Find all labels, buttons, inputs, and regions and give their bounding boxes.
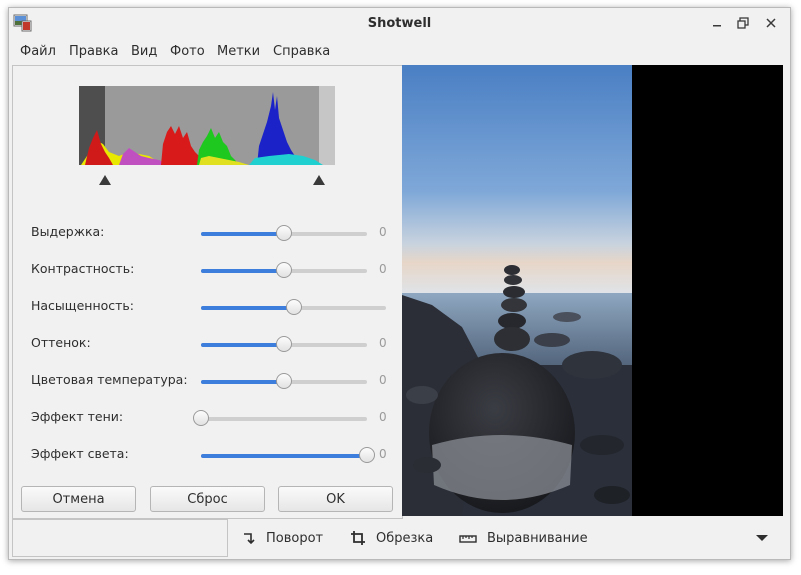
straighten-button[interactable]: Выравнивание xyxy=(459,525,588,551)
contrast-fill xyxy=(201,269,284,273)
menu-view[interactable]: Вид xyxy=(131,44,157,59)
rotate-button[interactable]: Поворот xyxy=(242,525,323,551)
straighten-label: Выравнивание xyxy=(487,530,588,546)
exposure-knob[interactable] xyxy=(276,225,292,241)
highlights-fill xyxy=(201,454,367,458)
rotate-label: Поворот xyxy=(266,530,324,546)
saturation-slider[interactable] xyxy=(201,299,386,315)
ok-button[interactable]: OK xyxy=(278,486,393,512)
menu-photo[interactable]: Фото xyxy=(170,44,205,59)
close-icon[interactable] xyxy=(764,16,778,30)
temperature-knob[interactable] xyxy=(276,373,292,389)
status-box xyxy=(12,519,228,557)
tint-label: Оттенок: xyxy=(31,335,91,350)
chevron-down-icon xyxy=(756,535,768,541)
tint-fill xyxy=(201,343,284,347)
maximize-icon[interactable] xyxy=(736,16,750,30)
crop-button[interactable]: Обрезка xyxy=(350,525,433,551)
saturation-label: Насыщенность: xyxy=(31,298,134,313)
temperature-slider[interactable] xyxy=(201,373,367,389)
temperature-fill xyxy=(201,380,284,384)
saturation-knob[interactable] xyxy=(286,299,302,315)
rotate-icon xyxy=(244,533,255,545)
tint-value: 0 xyxy=(379,336,387,350)
contrast-slider[interactable] xyxy=(201,262,367,278)
exposure-label: Выдержка: xyxy=(31,224,105,239)
highlights-knob[interactable] xyxy=(359,447,375,463)
exposure-fill xyxy=(201,232,284,236)
exposure-slider[interactable] xyxy=(201,225,367,241)
crop-label: Обрезка xyxy=(376,530,434,546)
menu-edit[interactable]: Правка xyxy=(69,44,118,59)
reset-button[interactable]: Сброс xyxy=(150,486,265,512)
highlights-slider[interactable] xyxy=(201,447,375,463)
tint-slider[interactable] xyxy=(201,336,367,352)
histogram[interactable] xyxy=(79,86,335,185)
menu-bar: Файл Правка Вид Фото Метки Справка xyxy=(9,39,790,65)
crop-icon xyxy=(351,531,365,545)
photo-viewer[interactable] xyxy=(402,65,783,516)
shadows-knob[interactable] xyxy=(193,410,209,426)
shotwell-window: Shotwell Файл Правка Вид Фото Метки Спра… xyxy=(8,7,791,560)
menu-help[interactable]: Справка xyxy=(273,44,330,59)
tint-knob[interactable] xyxy=(276,336,292,352)
shadows-value: 0 xyxy=(379,410,387,424)
highlights-value: 0 xyxy=(379,447,387,461)
temperature-label: Цветовая температура: xyxy=(31,372,188,387)
toolbar-menu-button[interactable] xyxy=(755,525,779,551)
saturation-fill xyxy=(201,306,294,310)
contrast-knob[interactable] xyxy=(276,262,292,278)
window-title: Shotwell xyxy=(367,16,432,31)
temperature-value: 0 xyxy=(379,373,387,387)
adjust-panel: Выдержка: 0 Контрастность: 0 Насыщенност… xyxy=(12,65,403,519)
cancel-button[interactable]: Отмена xyxy=(21,486,136,512)
highlights-label: Эффект света: xyxy=(31,446,129,461)
contrast-label: Контрастность: xyxy=(31,261,135,276)
title-bar: Shotwell xyxy=(9,8,790,39)
shadows-label: Эффект тени: xyxy=(31,409,124,424)
menu-file[interactable]: Файл xyxy=(20,44,56,59)
photo-image xyxy=(402,65,632,516)
exposure-value: 0 xyxy=(379,225,387,239)
minimize-icon[interactable] xyxy=(710,16,724,30)
menu-tags[interactable]: Метки xyxy=(217,44,260,59)
straighten-icon xyxy=(459,535,477,543)
contrast-value: 0 xyxy=(379,262,387,276)
shadows-slider[interactable] xyxy=(193,410,367,426)
